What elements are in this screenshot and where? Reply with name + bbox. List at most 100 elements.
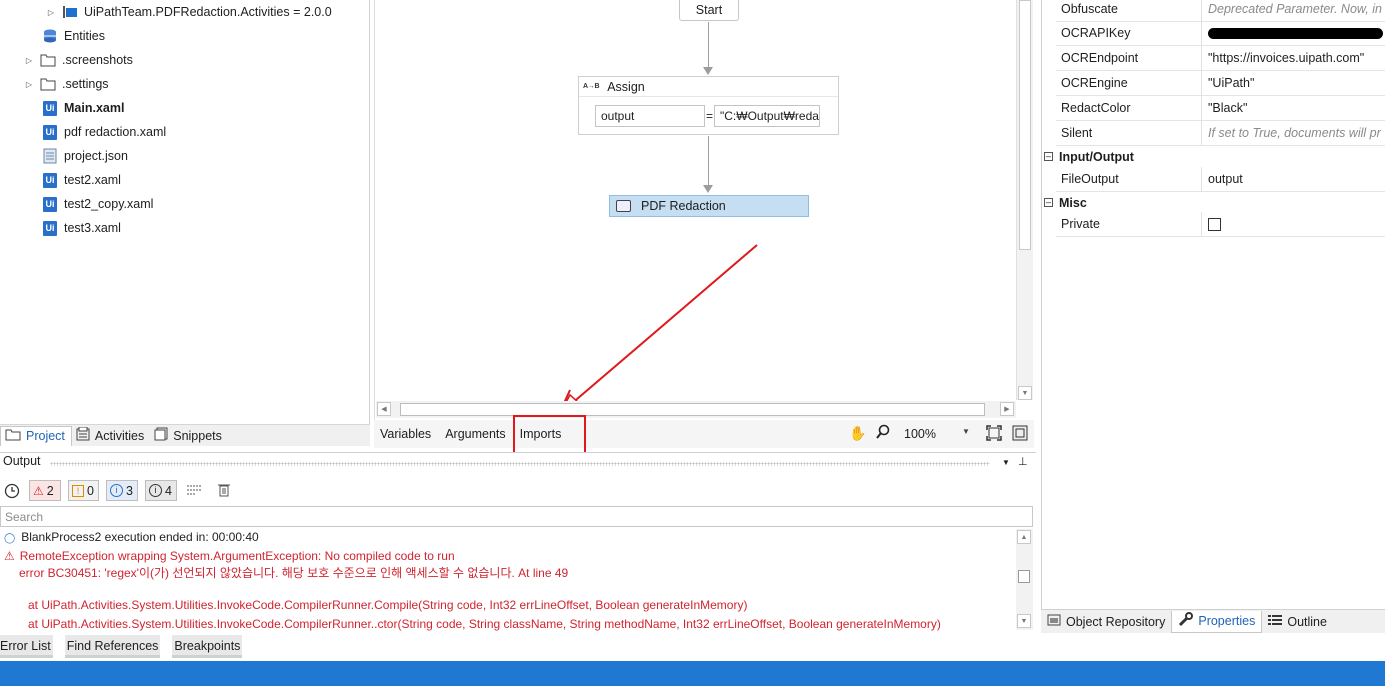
property-row-private[interactable]: Private [1056, 212, 1385, 237]
property-row-ocrapikey[interactable]: OCRAPIKey [1056, 21, 1385, 46]
filter-warnings-button[interactable]: ! 0 [68, 480, 99, 501]
clear-trash-icon[interactable] [218, 483, 230, 500]
property-value[interactable]: "UiPath" [1201, 71, 1385, 95]
info-icon: i [110, 484, 123, 497]
tree-item-test2-copy[interactable]: Ui test2_copy.xaml [42, 193, 153, 215]
database-icon [42, 28, 58, 44]
property-name: OCREndpoint [1061, 51, 1139, 65]
tree-item-label: test2.xaml [64, 173, 121, 187]
tab-arguments[interactable]: Arguments [439, 427, 511, 441]
error-icon: ⚠ [33, 483, 44, 498]
tab-snippets[interactable]: Snippets [150, 426, 228, 446]
scroll-up-icon[interactable]: ▲ [1017, 530, 1031, 544]
scroll-left-icon[interactable]: ◀ [377, 402, 391, 416]
property-row-ocrengine[interactable]: OCREngine "UiPath" [1056, 71, 1385, 96]
left-panel-tabs: Project Activities Snippets [0, 424, 370, 446]
property-category-input-output[interactable]: – Input/Output [1044, 146, 1385, 167]
tree-item-package[interactable]: ▷ UiPathTeam.PDFRedaction.Activities = 2… [46, 1, 332, 23]
scroll-thumb[interactable] [1018, 570, 1030, 583]
expand-icon[interactable]: ▷ [24, 79, 34, 89]
tab-object-repository[interactable]: Object Repository [1041, 611, 1171, 633]
filter-trace-button[interactable]: i 4 [145, 480, 177, 501]
assign-value-input[interactable]: "C:₩Output₩redac [714, 105, 820, 127]
pin-icon[interactable]: ⊥ [1018, 455, 1028, 468]
tree-item-project-json[interactable]: project.json [42, 145, 128, 167]
property-category-misc[interactable]: – Misc [1044, 192, 1385, 213]
filter-info-button[interactable]: i 3 [106, 480, 138, 501]
folder-icon [40, 52, 56, 68]
tree-item-main-xaml[interactable]: Ui Main.xaml [42, 97, 124, 119]
property-name: RedactColor [1061, 101, 1131, 115]
property-row-silent[interactable]: Silent If set to True, documents will pr [1056, 121, 1385, 146]
tab-error-list[interactable]: Error List [0, 635, 53, 658]
property-value[interactable]: output [1201, 167, 1385, 191]
dropdown-icon[interactable]: ▼ [1002, 458, 1010, 467]
xaml-icon: Ui [42, 100, 58, 116]
collapse-icon[interactable]: – [1044, 198, 1053, 207]
tab-properties[interactable]: Properties [1171, 610, 1263, 633]
tab-project-label: Project [26, 429, 65, 443]
tab-project[interactable]: Project [0, 425, 72, 446]
designer-vertical-scrollbar[interactable] [1016, 0, 1033, 400]
output-search-input[interactable]: Search [0, 506, 1033, 527]
tree-item-label: Main.xaml [64, 101, 125, 115]
property-value[interactable]: Deprecated Parameter. Now, in [1201, 0, 1385, 21]
tab-outline[interactable]: Outline [1262, 611, 1333, 633]
property-row-obfuscate[interactable]: Obfuscate Deprecated Parameter. Now, in [1056, 0, 1385, 22]
connector-arrow-icon [703, 67, 713, 75]
filter-errors-button[interactable]: ⚠ 2 [29, 480, 61, 501]
folder-icon [5, 429, 21, 444]
property-value-redacted[interactable] [1201, 21, 1385, 45]
property-value[interactable]: "https://invoices.uipath.com" [1201, 46, 1385, 70]
tree-item-test2[interactable]: Ui test2.xaml [42, 169, 121, 191]
output-vertical-scrollbar[interactable]: ▲ ▼ [1016, 529, 1033, 630]
overview-icon[interactable] [1012, 425, 1028, 444]
tree-item-screenshots[interactable]: ▷ .screenshots [24, 49, 133, 71]
tab-activities[interactable]: Activities [72, 426, 150, 446]
property-name: OCRAPIKey [1061, 26, 1131, 40]
tab-variables[interactable]: Variables [374, 427, 437, 441]
expand-icon[interactable]: ▷ [24, 55, 34, 65]
property-value[interactable]: If set to True, documents will pr [1201, 121, 1385, 145]
property-name: OCREngine [1061, 76, 1128, 90]
hand-pan-icon[interactable]: ✋ [849, 425, 866, 442]
scroll-right-icon[interactable]: ▶ [1000, 402, 1014, 416]
property-name: Obfuscate [1061, 2, 1118, 16]
tree-item-settings[interactable]: ▷ .settings [24, 73, 109, 95]
right-panel-tabs: Object Repository Properties Outline [1041, 609, 1385, 633]
property-row-ocrendpoint[interactable]: OCREndpoint "https://invoices.uipath.com… [1056, 46, 1385, 71]
private-checkbox[interactable] [1208, 217, 1221, 231]
log-text: BlankProcess2 execution ended in: 00:00:… [21, 530, 259, 544]
designer-horizontal-scrollbar[interactable] [376, 401, 1016, 418]
tree-item-test3[interactable]: Ui test3.xaml [42, 217, 121, 239]
fit-screen-icon[interactable] [986, 425, 1002, 444]
property-value[interactable]: "Black" [1201, 96, 1385, 120]
log-line-stacktrace: at UiPath.Activities.System.Utilities.In… [28, 617, 941, 631]
tab-label: Outline [1287, 614, 1327, 629]
expand-icon[interactable]: ▷ [46, 7, 56, 17]
start-node[interactable]: Start [679, 0, 739, 21]
property-row-fileoutput[interactable]: FileOutput output [1056, 167, 1385, 192]
output-title: Output [3, 454, 41, 468]
package-icon [62, 4, 78, 20]
folder-icon [40, 76, 56, 92]
pdf-redaction-activity[interactable]: PDF Redaction [609, 195, 809, 217]
zoom-select[interactable]: 100% ▼ [900, 424, 975, 443]
clock-icon[interactable] [4, 483, 20, 502]
error-count: 2 [46, 483, 54, 498]
scroll-down-icon[interactable]: ▼ [1018, 386, 1032, 400]
tree-item-pdf-redaction[interactable]: Ui pdf redaction.xaml [42, 121, 166, 143]
filter-options-icon[interactable] [187, 484, 201, 499]
tab-find-references[interactable]: Find References [64, 635, 161, 658]
tree-item-label: test2_copy.xaml [64, 197, 154, 211]
scroll-down-icon[interactable]: ▼ [1017, 614, 1031, 628]
assign-to-input[interactable]: output [595, 105, 705, 127]
tab-snippets-label: Snippets [173, 428, 222, 443]
log-line-error-detail: error BC30451: 'regex'이(가) 선언되지 않았습니다. 해… [19, 566, 569, 580]
tab-breakpoints[interactable]: Breakpoints [172, 635, 243, 658]
tree-item-entities[interactable]: Entities [42, 25, 105, 47]
zoom-search-icon[interactable] [876, 424, 890, 443]
property-row-redactcolor[interactable]: RedactColor "Black" [1056, 96, 1385, 121]
collapse-icon[interactable]: – [1044, 152, 1053, 161]
tree-item-label: test3.xaml [64, 221, 121, 235]
